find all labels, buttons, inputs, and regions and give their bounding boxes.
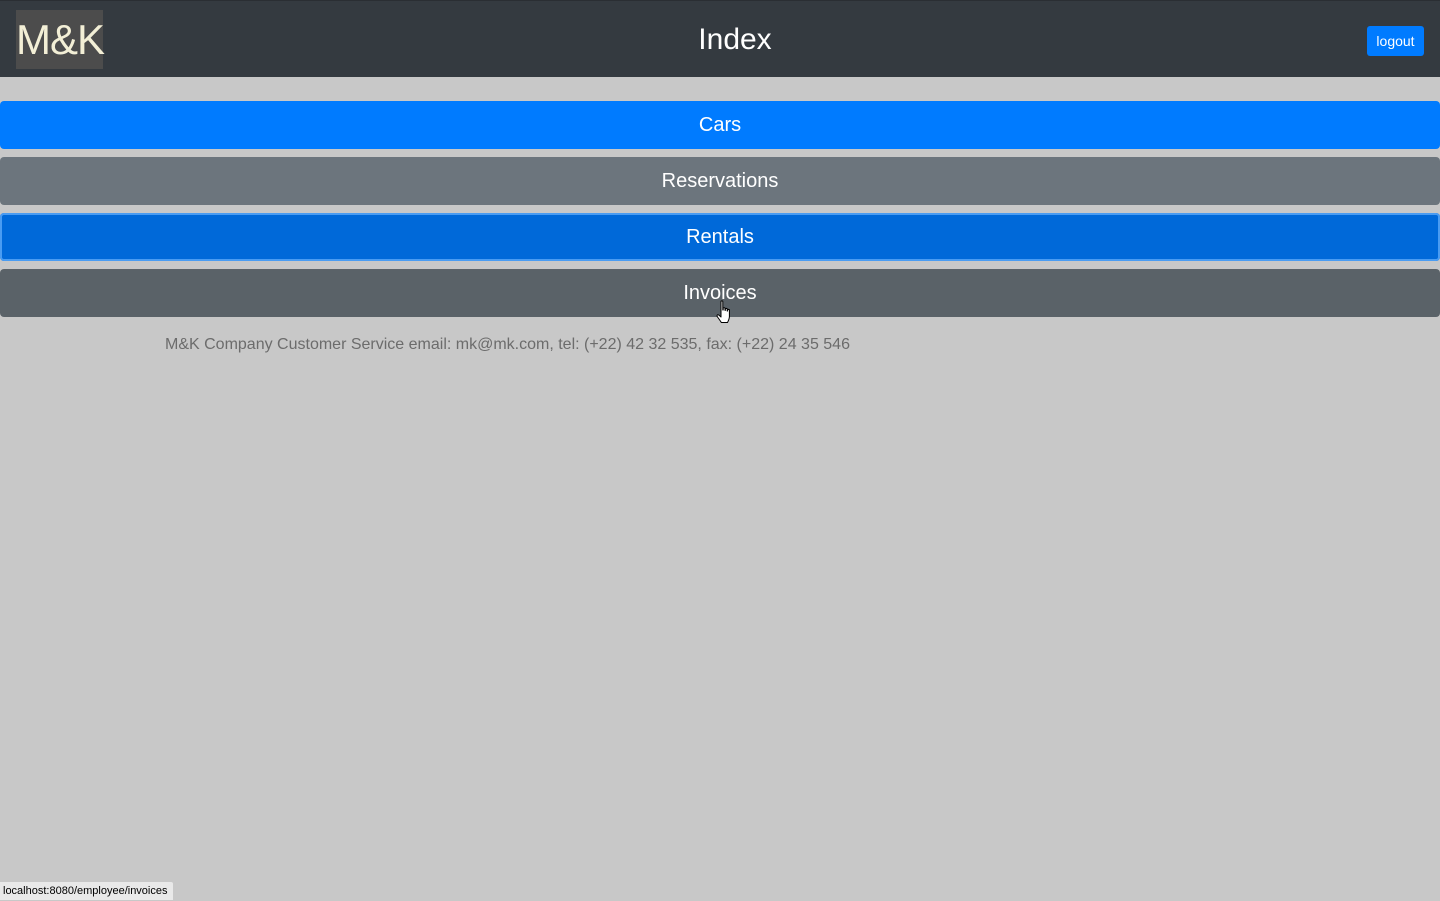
page-title: Index (698, 23, 772, 56)
cars-button[interactable]: Cars (0, 101, 1440, 149)
main-menu: Cars Reservations Rentals Invoices (0, 101, 1440, 325)
browser-status-bar: localhost:8080/employee/invoices (0, 882, 173, 900)
reservations-button[interactable]: Reservations (0, 157, 1440, 205)
brand-logo[interactable]: M&K (16, 10, 105, 69)
invoices-button[interactable]: Invoices (0, 269, 1440, 317)
top-navbar: M&K Index logout (0, 0, 1440, 77)
rentals-button[interactable]: Rentals (0, 213, 1440, 261)
logout-button[interactable]: logout (1367, 26, 1424, 56)
customer-service-info: M&K Company Customer Service email: mk@m… (165, 336, 850, 353)
